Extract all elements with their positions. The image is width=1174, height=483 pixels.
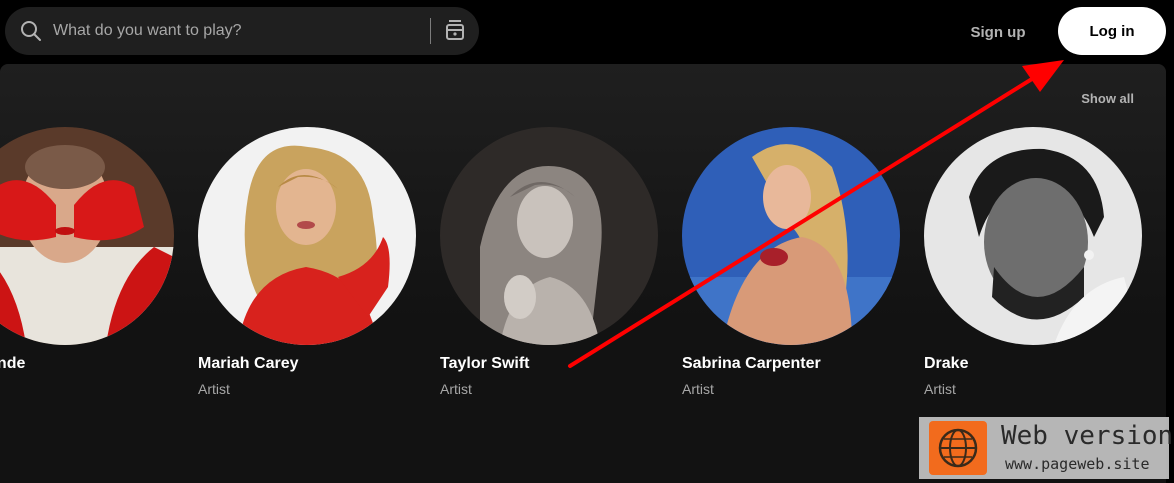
show-all-link[interactable]: Show all (1081, 91, 1134, 106)
artist-card[interactable]: Mariah Carey Artist (198, 127, 418, 397)
browse-icon[interactable] (443, 19, 467, 43)
log-in-button[interactable]: Log in (1058, 7, 1166, 55)
artist-photo (440, 127, 658, 345)
artist-role: Artist (440, 381, 472, 397)
artist-card[interactable]: a Grande Artist (0, 127, 176, 397)
artist-name[interactable]: Taylor Swift (440, 355, 660, 373)
watermark-url: www.pageweb.site (1005, 455, 1150, 473)
artist-name[interactable]: Drake (924, 355, 1144, 373)
search-input[interactable]: What do you want to play? (53, 22, 242, 40)
artist-role: Artist (682, 381, 714, 397)
artist-name[interactable]: a Grande (0, 355, 176, 373)
artist-photo (682, 127, 900, 345)
artist-name[interactable]: Mariah Carey (198, 355, 418, 373)
artist-card[interactable]: Sabrina Carpenter Artist (682, 127, 902, 397)
search-icon (21, 21, 41, 41)
artist-role: Artist (0, 381, 176, 397)
watermark: Web version www.pageweb.site (919, 417, 1173, 479)
artist-photo (924, 127, 1142, 345)
artist-role: Artist (924, 381, 956, 397)
search-divider (430, 18, 431, 44)
artist-card[interactable]: Drake Artist (924, 127, 1144, 397)
top-bar: What do you want to play? Sign up Log in (0, 0, 1174, 64)
artist-avatar[interactable] (924, 127, 1142, 345)
artist-photo (0, 127, 174, 345)
artist-card[interactable]: Taylor Swift Artist (440, 127, 660, 397)
artist-avatar[interactable] (198, 127, 416, 345)
artist-photo (198, 127, 416, 345)
sign-up-button[interactable]: Sign up (958, 10, 1038, 54)
artist-role: Artist (198, 381, 230, 397)
artist-avatar[interactable] (440, 127, 658, 345)
watermark-title: Web version (1001, 421, 1174, 451)
artist-name[interactable]: Sabrina Carpenter (682, 355, 902, 373)
globe-icon (929, 421, 987, 475)
artist-avatar[interactable] (0, 127, 174, 345)
artist-avatar[interactable] (682, 127, 900, 345)
search-bar[interactable]: What do you want to play? (5, 7, 479, 55)
